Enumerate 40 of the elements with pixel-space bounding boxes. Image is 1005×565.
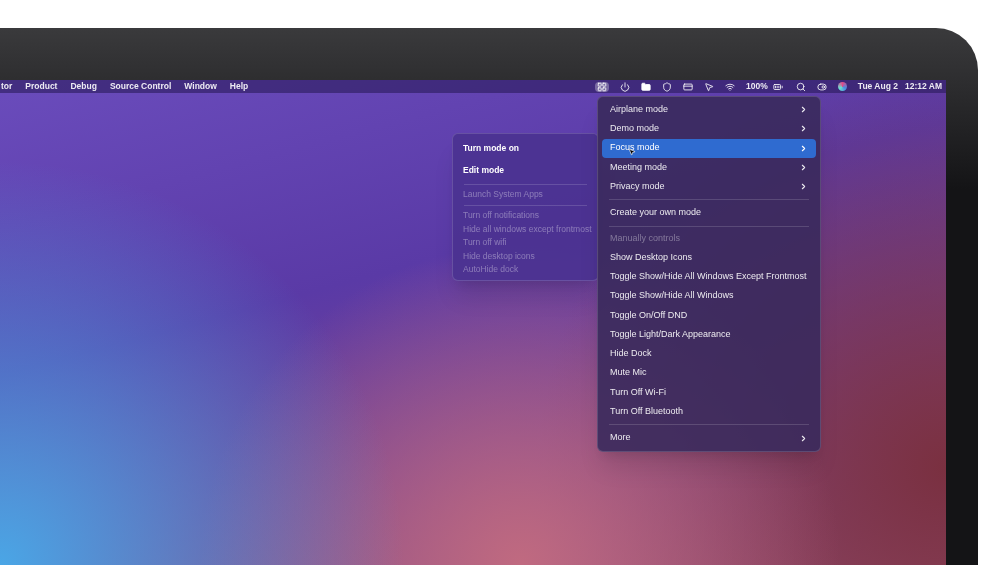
card-icon[interactable] (683, 81, 694, 92)
menu-item[interactable]: Privacy mode (602, 177, 816, 197)
search-icon[interactable] (795, 81, 806, 92)
menu-title[interactable]: Debug (70, 80, 97, 93)
shield-icon[interactable] (662, 81, 673, 92)
orb-icon[interactable] (837, 82, 847, 91)
menu-item[interactable]: Toggle Light/Dark Appearance (602, 324, 816, 345)
menu-title[interactable]: tor (1, 80, 13, 93)
status-menu-button[interactable] (595, 81, 610, 92)
battery-icon[interactable] (770, 81, 785, 92)
menu-item[interactable]: Focus mode (602, 138, 816, 158)
menu-item[interactable]: Toggle On/Off DND (602, 305, 816, 325)
toggles-icon[interactable] (816, 81, 827, 92)
menu-title[interactable]: Source Control (109, 80, 172, 93)
pointer-icon[interactable] (704, 81, 715, 92)
menu-item[interactable]: Toggle Show/Hide All Windows Except Frontmost (602, 267, 816, 287)
menu-item[interactable]: More (602, 428, 816, 448)
menu-item[interactable]: Show Desktop Icons (602, 247, 816, 268)
power-icon[interactable] (620, 81, 631, 92)
menu-item[interactable]: Hide Dock (602, 344, 816, 364)
menu-item[interactable]: Airplane mode (602, 100, 816, 120)
menu-item[interactable]: Turn Off Bluetooth (602, 402, 816, 422)
menu-item[interactable]: Edit mode (457, 159, 594, 181)
grid-icon (597, 81, 608, 92)
menu-section-header: Manually controls (609, 232, 682, 246)
menu-title[interactable]: Help (229, 80, 249, 93)
battery-percentage: 100% (746, 80, 768, 93)
folder-icon[interactable] (641, 81, 652, 92)
menu-item[interactable]: Toggle Show/Hide All Windows (602, 286, 816, 306)
menu-title[interactable]: Window (184, 80, 217, 93)
menu-item[interactable]: Mute Mic (602, 363, 816, 383)
menu-item[interactable]: Turn mode on (457, 137, 594, 159)
menu-item[interactable]: Meeting mode (602, 157, 816, 178)
menu-title[interactable]: Product (25, 80, 58, 93)
menu-item[interactable]: Create your own mode (602, 203, 816, 223)
menu-item[interactable]: Turn Off Wi-Fi (602, 382, 816, 403)
wifi-icon[interactable] (725, 81, 736, 92)
menu-bar-date[interactable]: Tue Aug 2 (857, 80, 898, 93)
menu-bar-clock[interactable]: 12:12 AM (905, 80, 942, 93)
menu-item[interactable]: Demo mode (602, 119, 816, 139)
